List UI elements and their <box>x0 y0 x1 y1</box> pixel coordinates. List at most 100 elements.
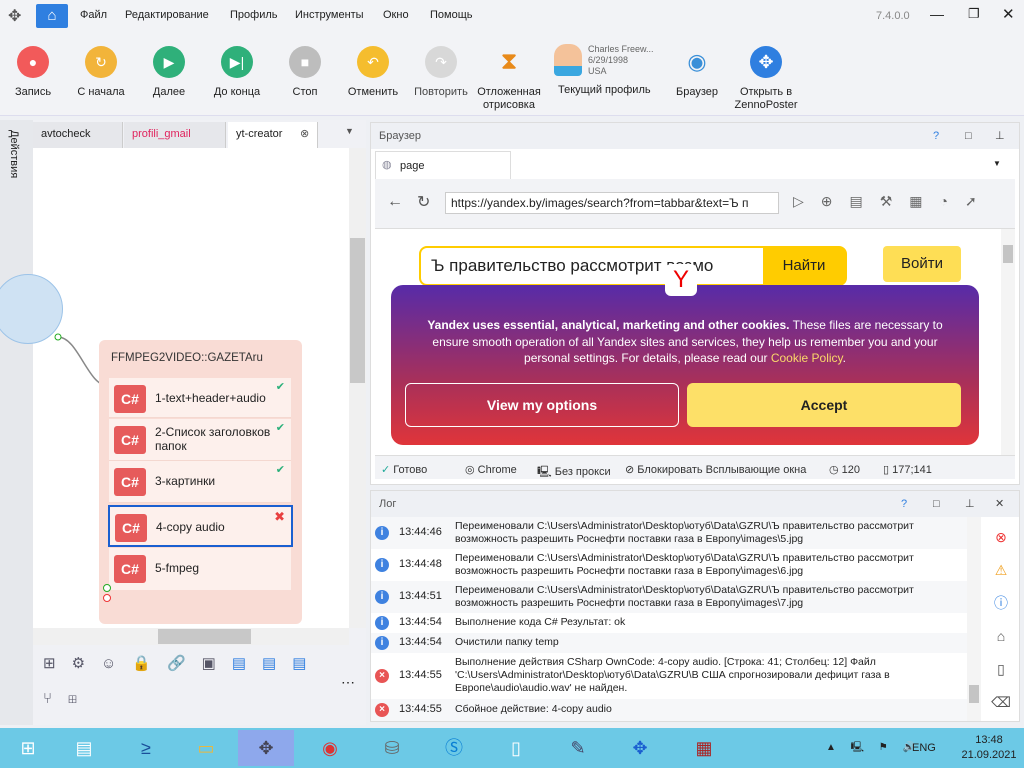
log-row[interactable]: i 13:44:54 Очистили папку temp <box>371 633 967 653</box>
menu-tools[interactable]: Инструменты <box>295 9 364 21</box>
web-page[interactable]: Ъ правительство рассмотрит возмо Найти В… <box>375 229 1001 455</box>
error-port[interactable] <box>103 594 111 602</box>
notepad-icon[interactable]: ✎ <box>550 730 606 766</box>
chrome-icon[interactable]: ◉ <box>302 730 358 766</box>
close-tab-icon[interactable]: ⊗ <box>300 122 309 146</box>
tray-icons[interactable]: ▲ 🖳 ⚑ 🔊 <box>826 740 921 757</box>
action-node[interactable]: C# 2-Список заголовков папок ✔ <box>109 419 291 461</box>
help-icon[interactable]: ? <box>901 491 907 517</box>
powershell-icon[interactable]: ≥ <box>118 730 174 766</box>
login-button[interactable]: Войти <box>883 246 961 282</box>
menu-profile[interactable]: Профиль <box>230 9 278 21</box>
file-icon[interactable]: ▯ <box>488 730 544 766</box>
explorer-icon[interactable]: ▭ <box>178 730 234 766</box>
cookie-policy-link[interactable]: Cookie Policy <box>771 351 843 365</box>
restore-button[interactable]: ❐ <box>968 6 980 22</box>
next-button[interactable]: ▶ Далее <box>134 40 204 99</box>
vertical-scrollbar[interactable] <box>349 148 366 628</box>
log-message: Переименовали C:\Users\Administrator\Des… <box>455 584 914 609</box>
pin-icon[interactable]: ⊥ <box>965 491 975 517</box>
status-engine[interactable]: ◎ Chrome <box>465 463 517 476</box>
tabs-dropdown-icon[interactable]: ▼ <box>993 159 1001 168</box>
status-timeout[interactable]: ◷ 120 <box>829 463 860 476</box>
menu-help[interactable]: Помощь <box>430 9 473 21</box>
minimize-button[interactable]: — <box>930 6 944 22</box>
log-row[interactable]: × 13:44:55 Сбойное действие: 4-copy audio <box>371 699 967 721</box>
run-to-end-button[interactable]: ▶| До конца <box>202 40 272 99</box>
undo-button[interactable]: ↶ Отменить <box>338 40 408 99</box>
log-row[interactable]: i 13:44:54 Выполнение кода C# Результат: o… <box>371 613 967 633</box>
browser-tools[interactable]: ▷⊕▤⚒▦◔➚ <box>793 193 994 210</box>
yandex-search-button[interactable]: Найти <box>763 248 845 284</box>
record-button[interactable]: ● Запись <box>0 40 68 99</box>
project-canvas[interactable]: FFMPEG2VIDEO::GAZETAru C# 1-text+header+a… <box>0 148 349 628</box>
log-row[interactable]: i 13:44:46 Переименовали C:\Users\Administ… <box>371 517 967 549</box>
restart-button[interactable]: ↻ С начала <box>66 40 136 99</box>
status-popups[interactable]: ⊘ Блокировать Всплывающие окна <box>625 463 806 476</box>
clear-icon[interactable]: ⌫ <box>989 686 1013 719</box>
language-indicator[interactable]: ENG <box>912 742 936 754</box>
clock[interactable]: 13:48 21.09.2021 <box>960 733 1018 763</box>
action-node[interactable]: C# 3-картинки ✔ <box>109 461 291 503</box>
actions-sidebar[interactable]: Действия <box>0 120 33 725</box>
filter-errors-icon[interactable]: ⊗ <box>989 521 1013 554</box>
home-button[interactable]: ⌂ <box>36 4 68 28</box>
skype-icon[interactable]: Ⓢ <box>426 730 482 766</box>
more-icon[interactable]: ⋯ <box>341 674 355 691</box>
start-button[interactable]: ⊞ <box>0 730 56 766</box>
log-time: 13:44:54 <box>399 616 442 628</box>
deferred-render-button[interactable]: ⧗ Отложенная отрисовка <box>474 40 544 112</box>
stop-button[interactable]: ■ Стоп <box>270 40 340 99</box>
accept-cookies-button[interactable]: Accept <box>687 383 961 427</box>
log-time: 13:44:55 <box>399 669 442 681</box>
projectmaker-icon[interactable]: ✥ <box>612 730 668 766</box>
log-row[interactable]: i 13:44:51 Переименовали C:\Users\Administ… <box>371 581 967 613</box>
horizontal-scrollbar[interactable] <box>33 628 349 645</box>
zennoposter-taskbar-icon[interactable]: ✥ <box>238 730 294 766</box>
menu-file[interactable]: Файл <box>80 9 107 21</box>
tab-avtocheck[interactable]: avtocheck <box>33 122 123 148</box>
log-list: i 13:44:46 Переименовали C:\Users\Administ… <box>371 517 967 721</box>
device-icon[interactable]: ▯ <box>989 653 1013 686</box>
view-options-button[interactable]: View my options <box>405 383 679 427</box>
action-node-selected[interactable]: C# 4-copy audio ✖ <box>108 505 293 547</box>
filter-warnings-icon[interactable]: ⚠ <box>989 554 1013 587</box>
reload-icon[interactable]: ↻ <box>417 192 430 212</box>
back-icon[interactable]: ← <box>387 193 403 211</box>
current-profile-button[interactable]: Charles Freew... 6/29/1998 USA Текущий п… <box>550 38 660 108</box>
panel-tools-row[interactable]: ⊞⚙☺🔒🔗▣▤▤▤ <box>43 654 322 672</box>
page-scrollbar[interactable] <box>1001 229 1015 455</box>
maximize-icon[interactable]: □ <box>933 491 940 517</box>
open-zennoposter-button[interactable]: ✥ Открыть в ZennoPoster <box>728 40 804 112</box>
log-row[interactable]: × 13:44:55 Выполнение действия CSharp OwnC… <box>371 653 967 699</box>
pin-icon[interactable]: ⊥ <box>995 123 1005 149</box>
log-filter-bar[interactable]: ⊗ ⚠ ⓘ ⌂ ▯ ⌫ <box>989 521 1013 719</box>
yandex-search-input[interactable]: Ъ правительство рассмотрит возмо <box>421 248 763 284</box>
tab-profili-gmail[interactable]: profili_gmail <box>124 122 226 148</box>
action-node[interactable]: C# 1-text+header+audio ✔ <box>109 378 291 418</box>
filter-info-icon[interactable]: ⓘ <box>989 587 1013 620</box>
panel-tools-row-2[interactable]: ⑂⊞ <box>43 690 93 707</box>
maximize-icon[interactable]: □ <box>965 123 972 149</box>
browser-tab-page[interactable]: ◍ page <box>375 151 511 179</box>
tag-icon[interactable]: ⌂ <box>989 620 1013 653</box>
server-manager-icon[interactable]: ▤ <box>56 730 112 766</box>
action-node[interactable]: C# 5-fmpeg <box>109 548 291 590</box>
help-icon[interactable]: ? <box>933 123 939 149</box>
browser-button[interactable]: ◉ Браузер <box>662 40 732 99</box>
database-icon[interactable]: ⛁ <box>364 730 420 766</box>
menu-edit[interactable]: Редактирование <box>125 9 209 21</box>
close-icon[interactable]: ✕ <box>995 491 1004 517</box>
menu-window[interactable]: Окно <box>383 9 409 21</box>
tabs-dropdown-icon[interactable]: ▼ <box>345 126 354 136</box>
close-button[interactable]: ✕ <box>1002 5 1015 23</box>
winrar-icon[interactable]: ▦ <box>676 730 732 766</box>
log-row[interactable]: i 13:44:48 Переименовали C:\Users\Administ… <box>371 549 967 581</box>
log-scrollbar[interactable] <box>967 517 981 721</box>
redo-button[interactable]: ↷ Повторить <box>406 40 476 99</box>
url-input[interactable]: https://yandex.by/images/search?from=tab… <box>445 192 779 214</box>
success-port[interactable] <box>103 584 111 592</box>
status-proxy[interactable]: 🖳 Без прокси <box>537 463 611 482</box>
action-group[interactable]: FFMPEG2VIDEO::GAZETAru C# 1-text+header+a… <box>99 340 302 624</box>
tab-yt-creator[interactable]: yt-creator ⊗ <box>228 122 318 148</box>
